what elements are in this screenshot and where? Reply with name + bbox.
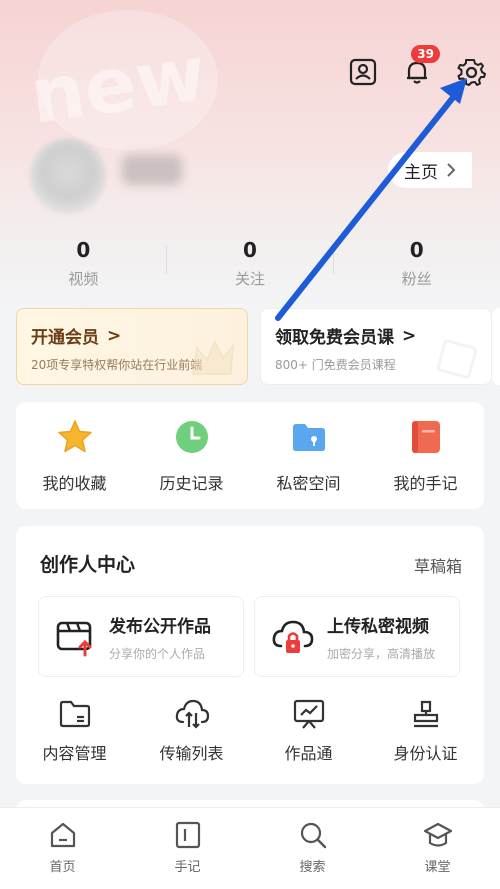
upload-private-subtitle: 加密分享，高清播放: [327, 646, 436, 661]
homepage-label: 主页: [404, 162, 438, 183]
tab-label: 手记: [174, 860, 201, 875]
publish-public-subtitle: 分享你的个人作品: [109, 646, 206, 661]
crown-icon: [192, 340, 234, 375]
vip-banners: 开通会员 > 20项专享特权帮你站在行业前端 领取免费会员课 > 800+ 门免…: [16, 308, 492, 385]
folder-icon: [59, 700, 90, 728]
video-upload-icon: [56, 621, 92, 656]
quick-notes[interactable]: 我的手记: [376, 418, 476, 494]
creator-center-title: 创作人中心: [40, 554, 136, 576]
quick-label: 我的收藏: [42, 473, 107, 493]
next-banner-peek: [492, 308, 500, 385]
search-icon: [300, 822, 326, 849]
tool-transfer-list[interactable]: 传输列表: [142, 698, 242, 764]
tab-label: 首页: [49, 860, 76, 875]
chevron-right-icon: >: [107, 325, 122, 346]
tab-home[interactable]: 首页: [13, 820, 113, 889]
quick-label: 私密空间: [276, 473, 341, 493]
tab-classroom[interactable]: 课堂: [388, 820, 488, 889]
cloud-transfer-icon: [175, 699, 209, 729]
avatar[interactable]: [30, 138, 106, 214]
quick-favorites[interactable]: 我的收藏: [25, 418, 125, 494]
tool-label: 内容管理: [42, 744, 107, 763]
chevron-right-icon: >: [402, 325, 417, 346]
tool-works[interactable]: 作品通: [259, 698, 359, 764]
tab-search[interactable]: 搜索: [263, 820, 363, 889]
free-course-card[interactable]: 领取免费会员课 > 800+ 门免费会员课程: [260, 308, 492, 385]
stamp-icon: [413, 700, 438, 728]
stat-value: 0: [409, 238, 424, 262]
quick-private-space[interactable]: 私密空间: [259, 418, 359, 494]
stat-label: 粉丝: [401, 270, 432, 288]
stat-value: 0: [76, 238, 91, 262]
upload-private-title: 上传私密视频: [327, 616, 429, 637]
book-icon: [436, 339, 478, 379]
tool-label: 传输列表: [159, 744, 224, 763]
notebook-icon: [411, 420, 440, 453]
username-blurred: [122, 155, 182, 185]
graduation-cap-icon: [423, 822, 452, 847]
note-icon: [175, 821, 200, 849]
upload-private-button[interactable]: 上传私密视频 加密分享，高清播放: [254, 596, 460, 677]
notification-badge: 39: [411, 45, 440, 63]
creator-tools: 内容管理 传输列表 作品通 身份认证: [16, 698, 484, 764]
bottom-tab-bar: 首页 手记 搜索 课堂: [0, 807, 500, 889]
cloud-lock-icon: [272, 620, 314, 653]
stat-followers[interactable]: 0 粉丝: [333, 238, 500, 289]
presentation-icon: [293, 699, 324, 729]
tab-notes[interactable]: 手记: [138, 820, 238, 889]
publish-public-title: 发布公开作品: [109, 616, 211, 637]
creator-center: 创作人中心 草稿箱 发布公开作品 分享你的个人作品 上传私密视频 加密分享，高清…: [16, 526, 484, 784]
header-actions: 39: [346, 45, 488, 89]
quick-label: 历史记录: [159, 473, 224, 493]
stat-following[interactable]: 0 关注: [167, 238, 334, 289]
membership-title-text: 开通会员: [31, 328, 99, 348]
free-course-title-text: 领取免费会员课: [275, 328, 394, 348]
stat-divider: [333, 246, 334, 274]
tool-label: 身份认证: [393, 744, 458, 763]
quick-history[interactable]: 历史记录: [142, 418, 242, 494]
stat-label: 关注: [235, 270, 266, 288]
tab-label: 课堂: [424, 860, 451, 875]
homepage-button[interactable]: 主页: [388, 152, 472, 188]
stat-value: 0: [243, 238, 257, 262]
stat-label: 视频: [68, 270, 99, 288]
tab-label: 搜索: [299, 860, 326, 875]
clock-icon: [175, 420, 208, 453]
quick-actions: 我的收藏 历史记录 私密空间 我的手记: [16, 402, 484, 509]
tool-label: 作品通: [284, 744, 333, 763]
bell-icon[interactable]: 39: [400, 45, 440, 89]
stat-divider: [166, 246, 167, 274]
stat-videos[interactable]: 0 视频: [0, 238, 167, 289]
chevron-right-icon: [447, 163, 456, 177]
drafts-link[interactable]: 草稿箱: [414, 553, 462, 577]
profile-stats: 0 视频 0 关注 0 粉丝: [0, 238, 500, 289]
tool-content-management[interactable]: 内容管理: [25, 698, 125, 764]
quick-label: 我的手记: [393, 473, 458, 493]
publish-public-button[interactable]: 发布公开作品 分享你的个人作品: [38, 596, 244, 677]
star-icon: [57, 419, 92, 452]
home-icon: [50, 822, 75, 848]
tool-identity-verification[interactable]: 身份认证: [376, 698, 476, 764]
folder-lock-icon: [292, 423, 325, 451]
gear-icon[interactable]: [454, 55, 488, 89]
contact-card-icon[interactable]: [346, 55, 380, 89]
membership-card[interactable]: 开通会员 > 20项专享特权帮你站在行业前端: [16, 308, 248, 385]
